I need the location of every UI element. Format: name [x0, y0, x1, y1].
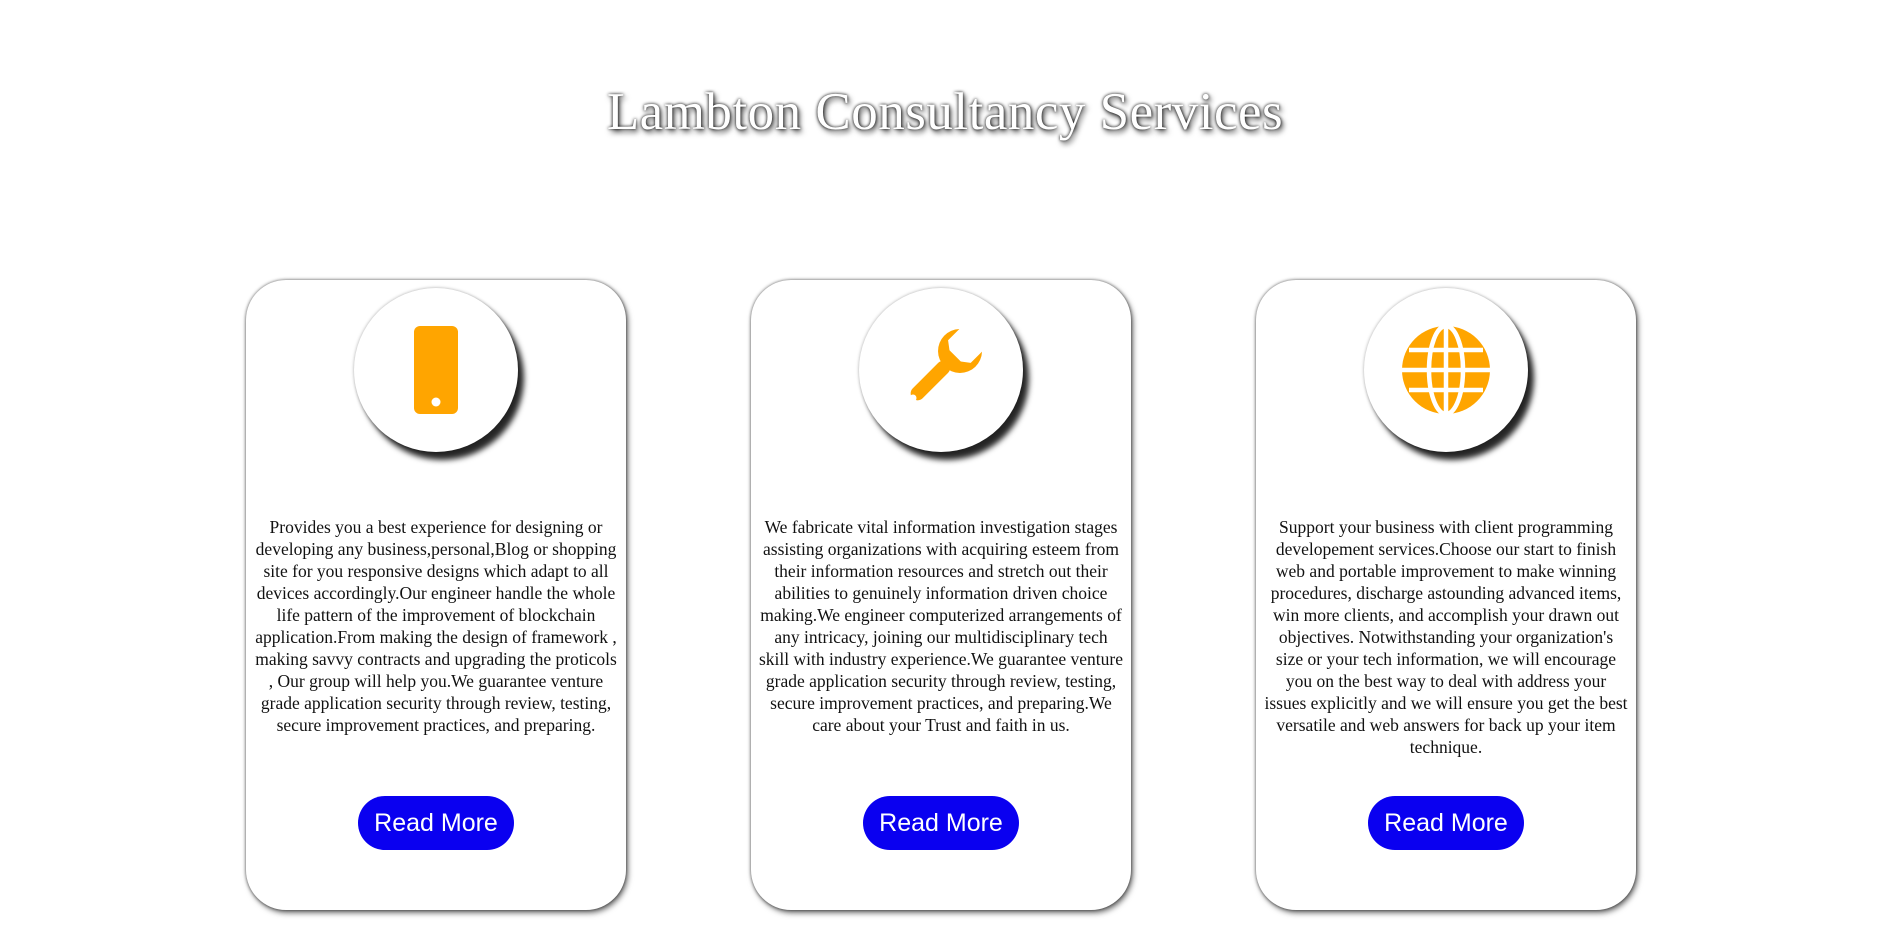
service-cards: Provides you a best experience for desig… [246, 280, 1644, 912]
read-more-button[interactable]: Read More [863, 796, 1019, 850]
wrench-icon [909, 328, 983, 402]
page-title: Lambton Consultancy Services [606, 83, 1284, 141]
globe-icon [1402, 323, 1490, 417]
read-more-button[interactable]: Read More [1368, 796, 1524, 850]
icon-badge [859, 288, 1023, 452]
card-description: Provides you a best experience for desig… [255, 517, 617, 735]
service-card-web-design: Provides you a best experience for desig… [246, 280, 626, 910]
card-description: Support your business with client progra… [1264, 517, 1628, 757]
service-card-data-analytics: We fabricate vital information investiga… [751, 280, 1131, 910]
service-card-software-development: Support your business with client progra… [1256, 280, 1636, 910]
mobile-phone-icon [414, 326, 458, 414]
read-more-button[interactable]: Read More [358, 796, 514, 850]
icon-badge [354, 288, 518, 452]
card-description: We fabricate vital information investiga… [759, 517, 1124, 735]
icon-badge [1364, 288, 1528, 452]
